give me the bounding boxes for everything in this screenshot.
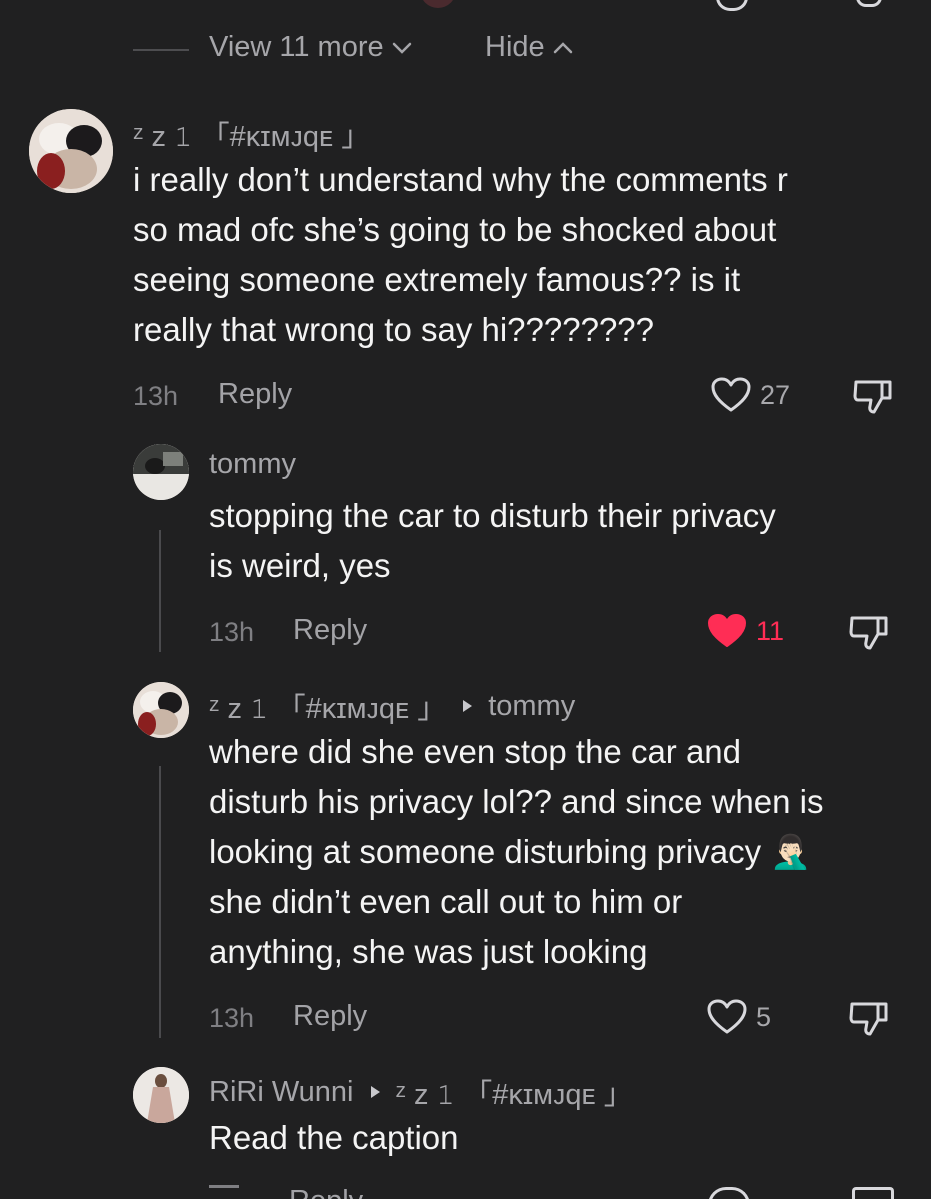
- partial-reply-button[interactable]: Reply: [289, 1185, 363, 1199]
- chevron-down-icon: [392, 42, 411, 54]
- view-more-replies-button[interactable]: View 11 more: [209, 31, 412, 64]
- partial-top-row: [0, 0, 931, 14]
- reply-to-username[interactable]: tommy: [488, 690, 575, 723]
- hide-label: Hide: [485, 31, 545, 63]
- avatar[interactable]: [133, 1067, 189, 1123]
- hide-replies-button[interactable]: Hide: [485, 31, 573, 64]
- partial-timestamp: [209, 1185, 239, 1188]
- comment-username[interactable]: tommy: [209, 448, 296, 481]
- comment-text-line: where did she even stop the car and: [209, 733, 742, 770]
- partial-bottom-row: Reply: [0, 1185, 931, 1199]
- comment-text-line: looking at someone disturbing privacy 🤦🏻…: [209, 833, 812, 870]
- dislike-button[interactable]: [852, 376, 894, 416]
- heart-filled-icon: [708, 614, 746, 647]
- thumbs-down-icon: [849, 1002, 888, 1036]
- thumbs-down-icon: [853, 380, 892, 414]
- comment-username[interactable]: ᶻ z 𝟷 「#ᴋɪᴍᴊqᴇ 」: [209, 685, 446, 727]
- partial-like-icon: [716, 0, 748, 11]
- dislike-button[interactable]: [848, 612, 890, 652]
- comment-text-line: i really don’t understand why the commen…: [133, 161, 788, 198]
- comment-text-line: so mad ofc she’s going to be shocked abo…: [133, 211, 777, 248]
- avatar[interactable]: [133, 682, 189, 738]
- partial-heart-icon: [420, 0, 456, 8]
- comment-timestamp: 13h: [209, 617, 255, 647]
- thread-line: [159, 530, 161, 652]
- partial-heart-icon: [708, 1187, 750, 1199]
- comment-username[interactable]: RiRi Wunni: [209, 1076, 354, 1109]
- comment-text-line: stopping the car to disturb their privac…: [209, 497, 776, 534]
- reply-arrow-icon: [370, 1086, 380, 1098]
- like-count: 5: [756, 1001, 772, 1032]
- comment-text-line: really that wrong to say hi????????: [133, 311, 655, 348]
- comment-text-line: seeing someone extremely famous?? is it: [133, 261, 741, 298]
- comment-header: ᶻ z 𝟷 「#ᴋɪᴍᴊqᴇ 」 tommy: [209, 685, 575, 727]
- heart-outline-icon: [707, 999, 747, 1034]
- avatar-image: [133, 1067, 189, 1123]
- comment-text: Read the caption: [209, 1113, 459, 1163]
- reply-button[interactable]: Reply: [218, 378, 292, 411]
- comment-username[interactable]: ᶻ z 𝟷 「#ᴋɪᴍᴊqᴇ 」: [133, 113, 370, 155]
- avatar-image: [133, 682, 189, 738]
- comment-text: stopping the car to disturb their privac…: [209, 491, 776, 591]
- comment-text-line: disturb his privacy lol?? and since when…: [209, 783, 824, 820]
- comment-header: RiRi Wunni ᶻ z 𝟷 「#ᴋɪᴍᴊqᴇ 」: [209, 1071, 633, 1113]
- avatar-image: [133, 444, 189, 500]
- comment-text-line: she didn’t even call out to him or: [209, 883, 683, 920]
- thread-line: [159, 766, 161, 1038]
- reply-to-username[interactable]: ᶻ z 𝟷 「#ᴋɪᴍᴊqᴇ 」: [396, 1071, 633, 1113]
- avatar[interactable]: [29, 109, 113, 193]
- chevron-up-icon: [553, 41, 572, 53]
- heart-outline-icon: [711, 377, 751, 412]
- reply-button[interactable]: Reply: [293, 614, 367, 647]
- comment-timestamp: 13h: [133, 381, 179, 411]
- thread-divider: [133, 49, 189, 51]
- comment-text: i really don’t understand why the commen…: [133, 155, 788, 355]
- avatar-image: [29, 109, 113, 193]
- dislike-button[interactable]: [848, 998, 890, 1038]
- comment-text-line: anything, she was just looking: [209, 933, 648, 970]
- reply-button[interactable]: Reply: [293, 1000, 367, 1033]
- like-button[interactable]: 5: [706, 998, 771, 1036]
- partial-dislike-icon: [856, 0, 882, 7]
- comment-text: where did she even stop the car and dist…: [209, 727, 823, 977]
- reply-arrow-icon: [463, 700, 473, 712]
- like-button[interactable]: 27: [710, 376, 790, 414]
- partial-dislike-icon: [852, 1187, 894, 1199]
- view-more-label: View 11 more: [209, 31, 384, 63]
- comment-timestamp: 13h: [209, 1003, 255, 1033]
- like-count: 27: [760, 379, 791, 410]
- thumbs-down-icon: [849, 616, 888, 650]
- comment-text-line: is weird, yes: [209, 547, 391, 584]
- like-button[interactable]: 11: [706, 612, 784, 650]
- comment-text-line: Read the caption: [209, 1119, 459, 1156]
- avatar[interactable]: [133, 444, 189, 500]
- like-count: 11: [756, 615, 785, 646]
